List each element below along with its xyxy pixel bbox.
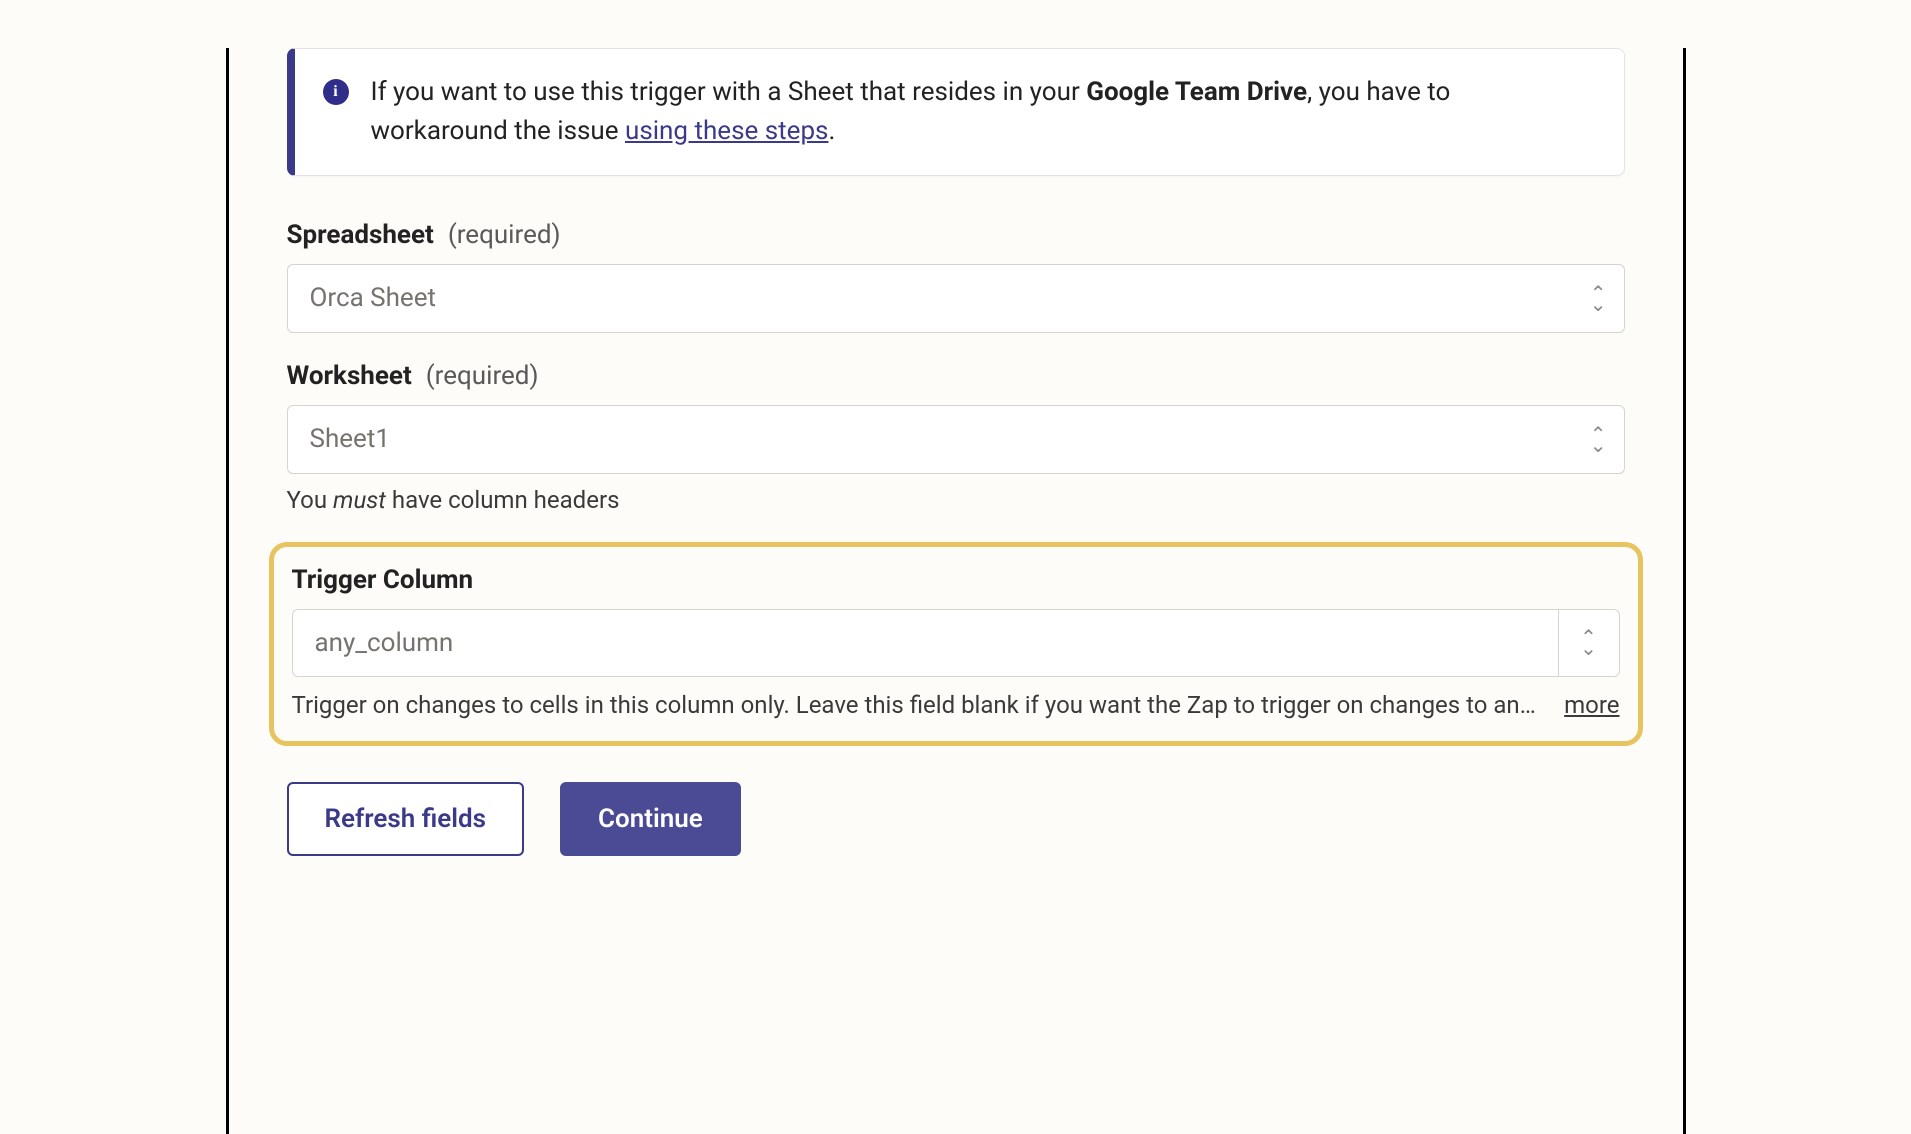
trigger-column-highlighted-box: Trigger Column any_column ⌃⌄ Trigger on …: [269, 542, 1643, 746]
refresh-fields-button[interactable]: Refresh fields: [287, 782, 524, 856]
button-row: Refresh fields Continue: [287, 782, 1625, 856]
chevron-up-down-icon: ⌃⌄: [1580, 632, 1597, 654]
form-panel: i If you want to use this trigger with a…: [226, 48, 1686, 1134]
worksheet-select-wrap: Sheet1 ⌃⌄: [287, 405, 1625, 474]
trigger-column-select-row: any_column ⌃⌄: [292, 609, 1620, 677]
info-link[interactable]: using these steps: [625, 116, 828, 146]
worksheet-helper-em: must: [333, 486, 386, 514]
worksheet-required: (required): [426, 361, 539, 391]
worksheet-label: Worksheet: [287, 361, 412, 391]
spreadsheet-select[interactable]: Orca Sheet: [287, 264, 1625, 333]
worksheet-helper: You must have column headers: [287, 486, 1625, 514]
trigger-column-input[interactable]: any_column: [292, 609, 1558, 677]
spreadsheet-label: Spreadsheet: [287, 220, 434, 250]
info-icon: i: [323, 79, 349, 105]
trigger-column-desc-row: Trigger on changes to cells in this colu…: [292, 691, 1620, 719]
trigger-column-more-link[interactable]: more: [1564, 691, 1619, 719]
info-text-prefix: If you want to use this trigger with a S…: [371, 77, 1087, 107]
info-text: If you want to use this trigger with a S…: [371, 73, 1592, 151]
spreadsheet-field-group: Spreadsheet (required) Orca Sheet ⌃⌄: [287, 220, 1625, 333]
worksheet-helper-suffix: have column headers: [386, 486, 620, 514]
trigger-column-label: Trigger Column: [292, 565, 474, 595]
worksheet-field-group: Worksheet (required) Sheet1 ⌃⌄ You must …: [287, 361, 1625, 514]
trigger-column-dropdown-button[interactable]: ⌃⌄: [1558, 609, 1620, 677]
info-text-bold: Google Team Drive: [1086, 77, 1307, 107]
info-text-suffix: .: [828, 116, 835, 146]
spreadsheet-label-row: Spreadsheet (required): [287, 220, 1625, 250]
worksheet-select[interactable]: Sheet1: [287, 405, 1625, 474]
spreadsheet-select-wrap: Orca Sheet ⌃⌄: [287, 264, 1625, 333]
continue-button[interactable]: Continue: [560, 782, 741, 856]
worksheet-helper-prefix: You: [287, 486, 334, 514]
info-alert: i If you want to use this trigger with a…: [287, 48, 1625, 176]
worksheet-label-row: Worksheet (required): [287, 361, 1625, 391]
trigger-column-description: Trigger on changes to cells in this colu…: [292, 691, 1545, 719]
spreadsheet-required: (required): [448, 220, 561, 250]
trigger-column-label-row: Trigger Column: [292, 565, 1620, 595]
